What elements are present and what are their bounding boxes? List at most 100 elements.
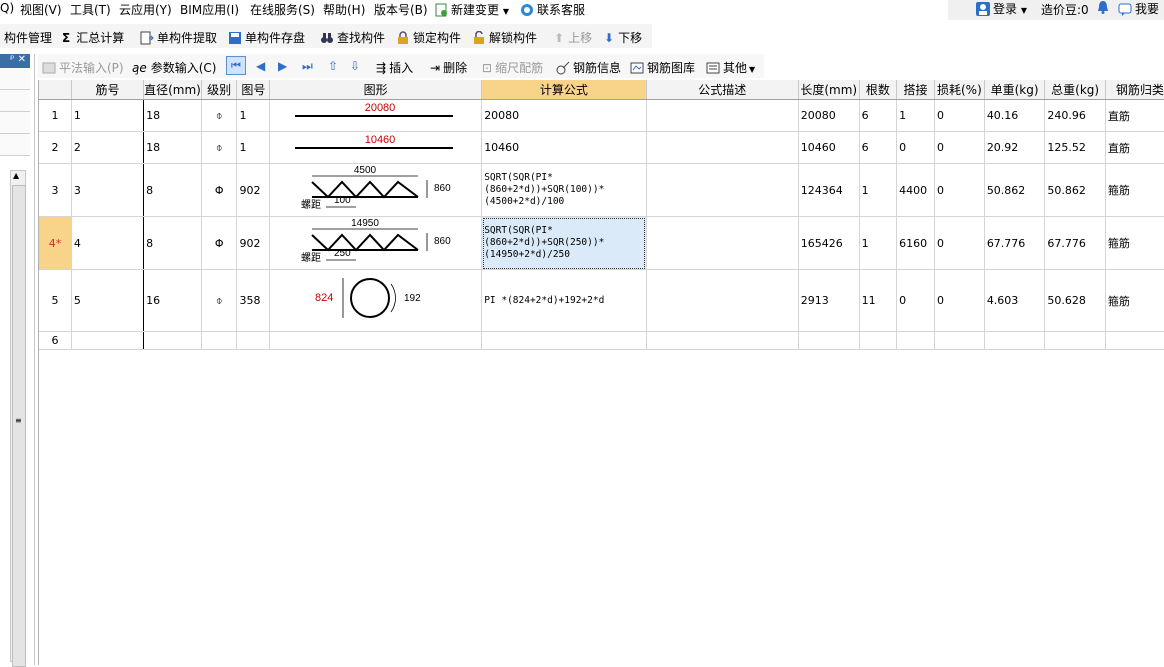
- menu-item-help[interactable]: 帮助(H): [323, 1, 365, 18]
- cell-grade[interactable]: ⌽: [201, 131, 238, 164]
- cell-rebar-class[interactable]: 箍筋: [1105, 269, 1164, 332]
- delete-button[interactable]: ⇥ 删除: [430, 59, 467, 76]
- cell-rebar-class[interactable]: [1105, 331, 1164, 350]
- cell-figure-no[interactable]: 1: [236, 99, 271, 132]
- pin-icon[interactable]: ᵖ ✕: [0, 54, 30, 68]
- cell-shape[interactable]: 10460: [269, 131, 483, 164]
- lock-component-button[interactable]: 锁定构件: [396, 29, 461, 46]
- menu-item-tools[interactable]: 工具(T): [70, 1, 111, 18]
- cell-grade[interactable]: ⌽: [201, 269, 238, 332]
- menu-item-version[interactable]: 版本号(B): [374, 1, 428, 18]
- cell-loss[interactable]: 0: [934, 163, 985, 217]
- save-component-button[interactable]: 单构件存盘: [228, 29, 305, 46]
- col-header-unit-weight[interactable]: 单重(kg): [984, 80, 1046, 100]
- col-header-rebar-class[interactable]: 钢筋归类: [1105, 80, 1164, 100]
- cell-figure-no[interactable]: 1: [236, 131, 271, 164]
- col-header-formula[interactable]: 计算公式: [481, 80, 647, 100]
- row-number[interactable]: 3: [39, 163, 72, 217]
- cell-shape[interactable]: [269, 331, 483, 350]
- cell-loss[interactable]: [934, 331, 985, 350]
- cell-grade[interactable]: Φ: [201, 163, 238, 217]
- row-down-icon[interactable]: ⇩: [350, 59, 360, 73]
- param-input-button[interactable]: a̧e 参数输入(C): [132, 59, 217, 76]
- cell-diameter[interactable]: 18: [143, 99, 202, 132]
- table-row[interactable]: 3 3 8 Φ 902 4500 860 螺距 100 SQRT(SQR(PI*…: [39, 163, 1164, 217]
- col-header-formula-desc[interactable]: 公式描述: [646, 80, 799, 100]
- col-header-length[interactable]: 长度(mm): [798, 80, 860, 100]
- last-record-icon[interactable]: ⏭: [302, 59, 313, 74]
- cell-figure-no[interactable]: 902: [236, 163, 271, 217]
- side-row[interactable]: [0, 134, 30, 156]
- cell-rebar-class[interactable]: 直筋: [1105, 131, 1164, 164]
- unlock-component-button[interactable]: 解锁构件: [472, 29, 537, 46]
- col-header-lap[interactable]: 搭接: [896, 80, 935, 100]
- row-number[interactable]: 6: [39, 331, 72, 350]
- row-number[interactable]: 4*: [39, 216, 72, 270]
- cell-total-weight[interactable]: [1044, 331, 1106, 350]
- prev-record-icon[interactable]: ◀: [256, 59, 265, 73]
- cell-formula[interactable]: 20080: [481, 99, 647, 132]
- cell-bar-no[interactable]: 3: [71, 163, 145, 217]
- cell-loss[interactable]: 0: [934, 216, 985, 270]
- cell-shape[interactable]: 20080: [269, 99, 483, 132]
- row-number[interactable]: 1: [39, 99, 72, 132]
- side-row[interactable]: [0, 112, 30, 134]
- menu-item-view[interactable]: 视图(V): [20, 1, 62, 18]
- row-number[interactable]: 5: [39, 269, 72, 332]
- rebar-library-button[interactable]: 钢筋图库: [630, 59, 695, 76]
- cell-grade[interactable]: [201, 331, 238, 350]
- cell-total-weight[interactable]: 67.776: [1044, 216, 1106, 270]
- side-row[interactable]: [0, 68, 30, 90]
- cell-unit-weight[interactable]: 20.92: [984, 131, 1046, 164]
- move-down-button[interactable]: ⬇ 下移: [604, 29, 642, 46]
- cell-count[interactable]: [859, 331, 898, 350]
- cell-unit-weight[interactable]: 40.16: [984, 99, 1046, 132]
- cell-formula[interactable]: [481, 331, 647, 350]
- row-up-icon[interactable]: ⇧: [328, 59, 338, 73]
- cell-lap[interactable]: 0: [896, 269, 935, 332]
- cell-bar-no[interactable]: 1: [71, 99, 145, 132]
- row-number[interactable]: 2: [39, 131, 72, 164]
- row-number-header[interactable]: [39, 80, 72, 100]
- cell-total-weight[interactable]: 240.96: [1044, 99, 1106, 132]
- extract-component-button[interactable]: 单构件提取: [140, 29, 217, 46]
- cell-count[interactable]: 6: [859, 131, 898, 164]
- cell-diameter[interactable]: 8: [143, 216, 202, 270]
- contact-support-menu[interactable]: 联系客服: [520, 1, 585, 18]
- bell-icon[interactable]: [1096, 0, 1113, 14]
- scale-rebar-button[interactable]: ⊡ 缩尺配筋: [482, 59, 543, 76]
- cell-bar-no[interactable]: 2: [71, 131, 145, 164]
- col-header-grade[interactable]: 级别: [201, 80, 238, 100]
- cell-rebar-class[interactable]: 箍筋: [1105, 163, 1164, 217]
- side-row[interactable]: [0, 90, 30, 112]
- cell-total-weight[interactable]: 125.52: [1044, 131, 1106, 164]
- cell-formula-desc[interactable]: [646, 216, 799, 270]
- cell-rebar-class[interactable]: 箍筋: [1105, 216, 1164, 270]
- col-header-diameter[interactable]: 直径(mm): [143, 80, 202, 100]
- col-header-figure-no[interactable]: 图号: [236, 80, 271, 100]
- cell-total-weight[interactable]: 50.862: [1044, 163, 1106, 217]
- cell-shape[interactable]: 14950 860 螺距 250: [269, 216, 483, 270]
- scroll-thumb[interactable]: ≡: [12, 185, 26, 667]
- cell-formula-desc[interactable]: [646, 269, 799, 332]
- login-button[interactable]: 登录 ▼: [976, 0, 1027, 17]
- cell-count[interactable]: 1: [859, 216, 898, 270]
- cell-unit-weight[interactable]: [984, 331, 1046, 350]
- cell-figure-no[interactable]: 902: [236, 216, 271, 270]
- cell-formula[interactable]: 10460: [481, 131, 647, 164]
- cell-lap[interactable]: 4400: [896, 163, 935, 217]
- table-row[interactable]: 1 1 18 ⌽ 1 20080 20080 20080 6 1 0 40.16: [39, 99, 1164, 132]
- menu-item-cloud[interactable]: 云应用(Y): [119, 1, 172, 18]
- table-row[interactable]: 5 5 16 ⌽ 358 824 192 PI *(824+2*d)+192+2…: [39, 269, 1164, 332]
- cell-length[interactable]: 2913: [798, 269, 860, 332]
- cell-total-weight[interactable]: 50.628: [1044, 269, 1106, 332]
- col-header-loss[interactable]: 损耗(%): [934, 80, 985, 100]
- cell-loss[interactable]: 0: [934, 131, 985, 164]
- cell-grade[interactable]: Φ: [201, 216, 238, 270]
- cell-unit-weight[interactable]: 50.862: [984, 163, 1046, 217]
- cell-bar-no[interactable]: 4: [71, 216, 145, 270]
- cell-length[interactable]: 10460: [798, 131, 860, 164]
- cell-loss[interactable]: 0: [934, 269, 985, 332]
- col-header-shape[interactable]: 图形: [269, 80, 483, 100]
- cell-rebar-class[interactable]: 直筋: [1105, 99, 1164, 132]
